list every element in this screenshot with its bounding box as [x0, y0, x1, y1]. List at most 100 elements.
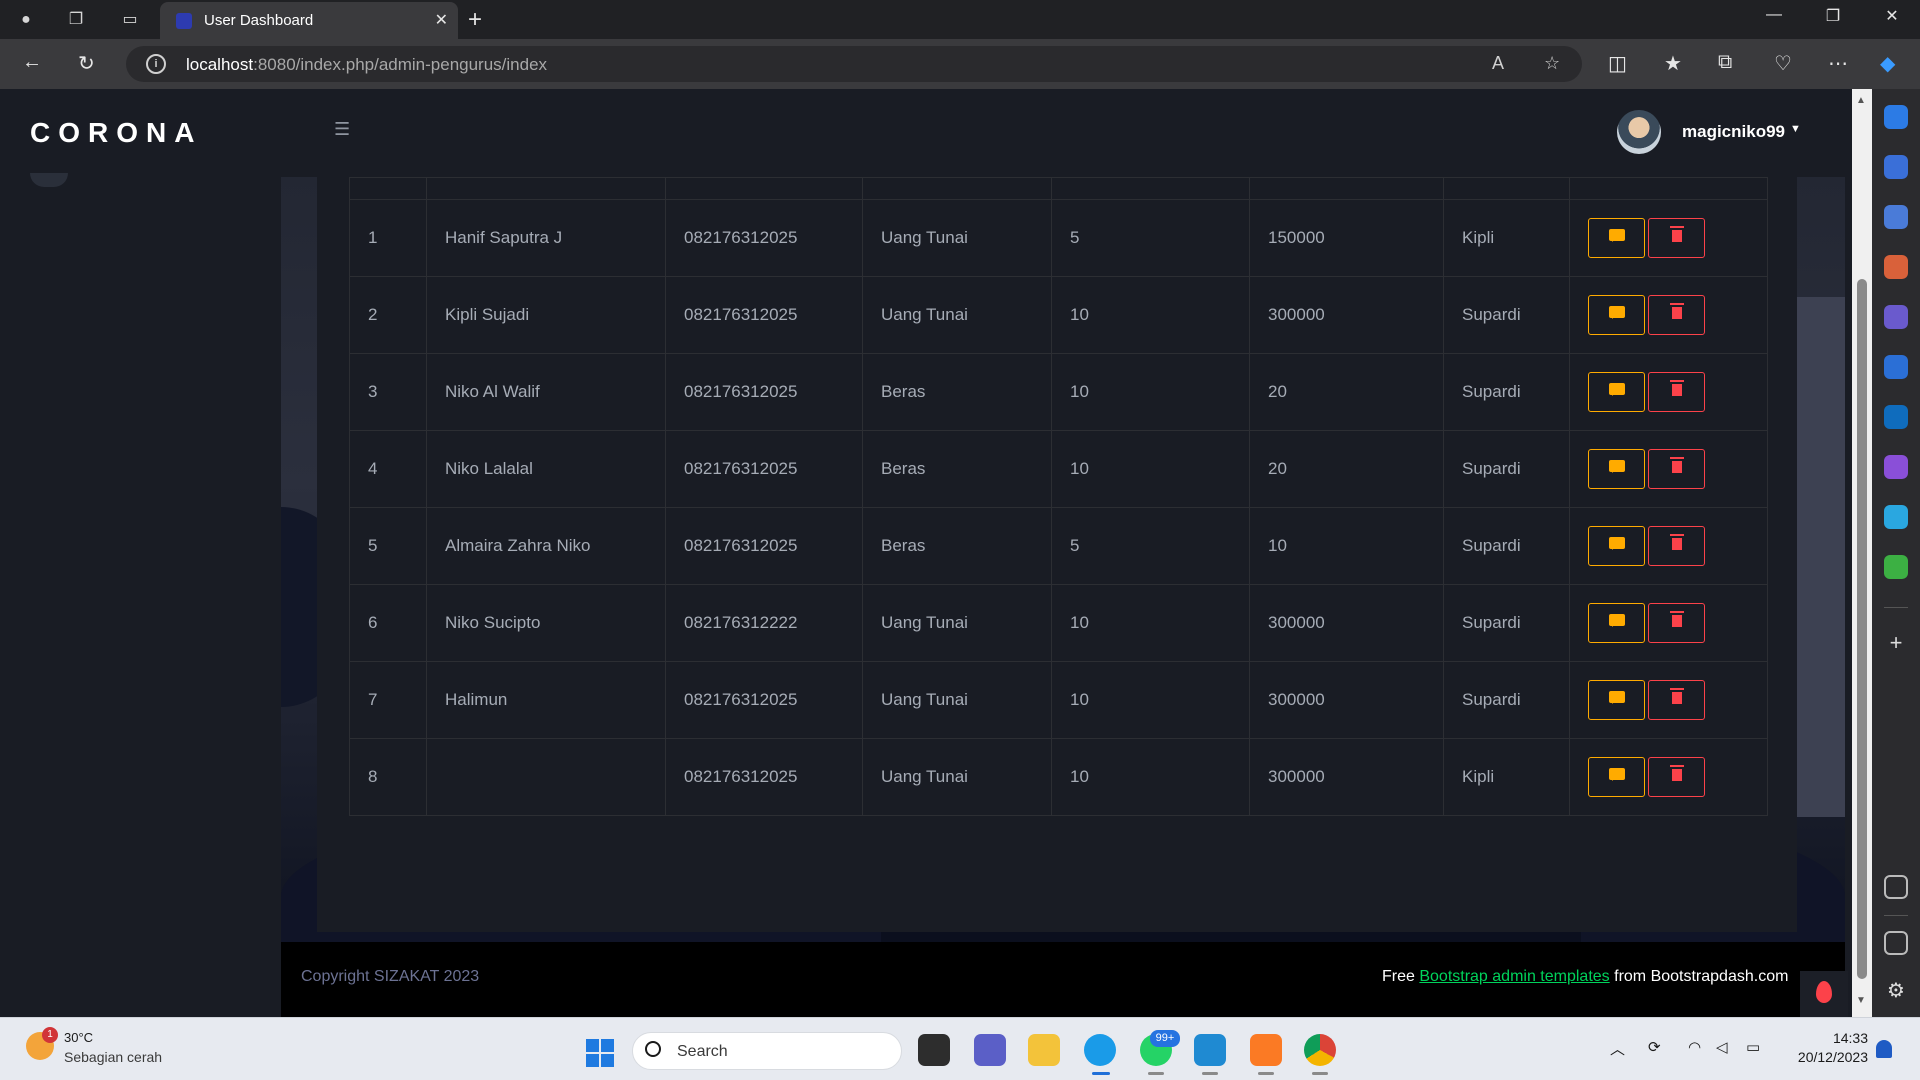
- favorite-star-icon[interactable]: ☆: [1544, 53, 1560, 74]
- split-screen-icon[interactable]: ◫: [1608, 51, 1627, 76]
- tree-icon[interactable]: [1884, 555, 1908, 579]
- read-aloud-icon[interactable]: A: [1492, 53, 1504, 74]
- cell-officer: Supardi: [1443, 430, 1570, 508]
- fire-button[interactable]: [1800, 971, 1848, 1017]
- scrollbar-thumb[interactable]: [1857, 279, 1867, 979]
- designer-icon[interactable]: [1884, 455, 1908, 479]
- clock-time[interactable]: 14:33: [1820, 1030, 1868, 1046]
- delete-button[interactable]: [1648, 680, 1705, 720]
- trash-icon: [1669, 765, 1684, 781]
- edit-comment-icon: [1608, 383, 1625, 396]
- notifications-icon[interactable]: [1884, 105, 1908, 129]
- more-menu-icon[interactable]: ⋯: [1828, 51, 1848, 76]
- cell-amount: 300000: [1249, 584, 1444, 662]
- sidebar-search-icon[interactable]: [1884, 155, 1908, 179]
- windows-start-icon[interactable]: [586, 1039, 614, 1067]
- url-text[interactable]: localhost:8080/index.php/admin-pengurus/…: [186, 55, 547, 75]
- page-scrollbar[interactable]: ▲ ▼: [1852, 89, 1872, 1017]
- trash-icon: [1669, 226, 1684, 242]
- task-view-icon[interactable]: [918, 1034, 950, 1066]
- trash-icon: [1669, 303, 1684, 319]
- tab-close-icon[interactable]: ✕: [435, 10, 448, 30]
- tools-icon[interactable]: [1884, 255, 1908, 279]
- delete-button[interactable]: [1648, 372, 1705, 412]
- edit-button[interactable]: [1588, 295, 1645, 335]
- shopping-icon[interactable]: [1884, 205, 1908, 229]
- sidebar-settings-icon[interactable]: ⚙: [1884, 979, 1908, 1003]
- browser-tab-active[interactable]: User Dashboard ✕: [160, 2, 458, 39]
- temperature-text[interactable]: 30°C: [64, 1030, 93, 1045]
- battery-icon[interactable]: ▭: [1746, 1038, 1760, 1056]
- table-card: 1 Hanif Saputra J 082176312025 Uang Tunai 5 1…: [317, 177, 1797, 932]
- add-sidebar-app-icon[interactable]: +: [1884, 631, 1908, 655]
- sidebar-divider: [1884, 607, 1908, 608]
- cell-officer: Supardi: [1443, 353, 1570, 431]
- username-label[interactable]: magicniko99: [1682, 122, 1785, 142]
- brand-logo[interactable]: CORONA: [30, 117, 202, 149]
- edit-button[interactable]: [1588, 526, 1645, 566]
- trash-icon: [1669, 380, 1684, 396]
- cell-actions: [1569, 430, 1768, 508]
- hamburger-menu-icon[interactable]: ☰: [334, 119, 350, 140]
- games-icon[interactable]: [1884, 305, 1908, 329]
- file-explorer-icon[interactable]: [1028, 1034, 1060, 1066]
- clock-date[interactable]: 20/12/2023: [1786, 1049, 1868, 1065]
- hide-sidebar-icon[interactable]: [1884, 931, 1908, 955]
- wifi-icon[interactable]: ◠: [1688, 1038, 1701, 1056]
- edge-icon[interactable]: [1084, 1034, 1116, 1066]
- back-icon[interactable]: ←: [22, 51, 42, 74]
- drop-icon[interactable]: [1884, 505, 1908, 529]
- xampp-icon[interactable]: [1250, 1034, 1282, 1066]
- weather-condition-text[interactable]: Sebagian cerah: [64, 1049, 162, 1065]
- browser-essentials-icon[interactable]: ♡: [1774, 51, 1792, 76]
- delete-button[interactable]: [1648, 218, 1705, 258]
- edit-button[interactable]: [1588, 218, 1645, 258]
- scroll-up-icon[interactable]: ▲: [1856, 95, 1866, 106]
- close-window-button[interactable]: ✕: [1872, 6, 1912, 26]
- edit-comment-icon: [1608, 537, 1625, 550]
- profile-icon[interactable]: ●: [14, 8, 38, 32]
- teams-icon[interactable]: [974, 1034, 1006, 1066]
- edit-button[interactable]: [1588, 680, 1645, 720]
- edit-button[interactable]: [1588, 603, 1645, 643]
- address-bar[interactable]: i localhost:8080/index.php/admin-penguru…: [126, 46, 1582, 82]
- edit-button[interactable]: [1588, 372, 1645, 412]
- screenshot-icon[interactable]: [1884, 875, 1908, 899]
- collections-icon[interactable]: ⧉: [1718, 51, 1732, 74]
- outlook-icon[interactable]: [1884, 405, 1908, 429]
- chevron-down-icon[interactable]: ▼: [1790, 123, 1801, 135]
- microsoft365-icon[interactable]: [1884, 355, 1908, 379]
- copilot-icon[interactable]: ◆: [1880, 51, 1895, 76]
- delete-button[interactable]: [1648, 449, 1705, 489]
- delete-button[interactable]: [1648, 295, 1705, 335]
- chrome-icon[interactable]: [1304, 1034, 1336, 1066]
- site-info-icon[interactable]: i: [146, 54, 166, 74]
- workspaces-icon[interactable]: ❐: [64, 8, 88, 32]
- edit-button[interactable]: [1588, 449, 1645, 489]
- delete-button[interactable]: [1648, 757, 1705, 797]
- volume-icon[interactable]: ◁: [1716, 1038, 1728, 1056]
- cell-actions: [1569, 507, 1768, 585]
- scroll-down-icon[interactable]: ▼: [1856, 995, 1866, 1006]
- vscode-icon[interactable]: [1194, 1034, 1226, 1066]
- tab-favicon-icon: [176, 13, 192, 29]
- delete-button[interactable]: [1648, 526, 1705, 566]
- tab-actions-icon[interactable]: ▭: [118, 8, 142, 32]
- table-row: 5 Almaira Zahra Niko 082176312025 Beras 5 10 S…: [349, 507, 1768, 585]
- minimize-button[interactable]: —: [1754, 6, 1794, 24]
- favorites-icon[interactable]: ★: [1664, 51, 1682, 76]
- new-tab-button[interactable]: +: [468, 6, 482, 34]
- edit-button[interactable]: [1588, 757, 1645, 797]
- delete-button[interactable]: [1648, 603, 1705, 643]
- bootstrap-templates-link[interactable]: Bootstrap admin templates: [1419, 968, 1609, 985]
- sync-icon[interactable]: ⟳: [1648, 1038, 1661, 1056]
- refresh-icon[interactable]: ↻: [78, 51, 95, 76]
- content-wrapper: 1 Hanif Saputra J 082176312025 Uang Tunai 5 1…: [281, 177, 1845, 945]
- taskbar-search[interactable]: Search: [632, 1032, 902, 1070]
- restore-button[interactable]: ❐: [1813, 6, 1853, 26]
- tab-title: User Dashboard: [204, 12, 314, 29]
- show-hidden-icons-icon[interactable]: ︿: [1610, 1038, 1625, 1059]
- notification-bell-icon[interactable]: [1876, 1040, 1892, 1058]
- cell-phone: 082176312025: [665, 199, 863, 277]
- avatar[interactable]: [1617, 110, 1661, 154]
